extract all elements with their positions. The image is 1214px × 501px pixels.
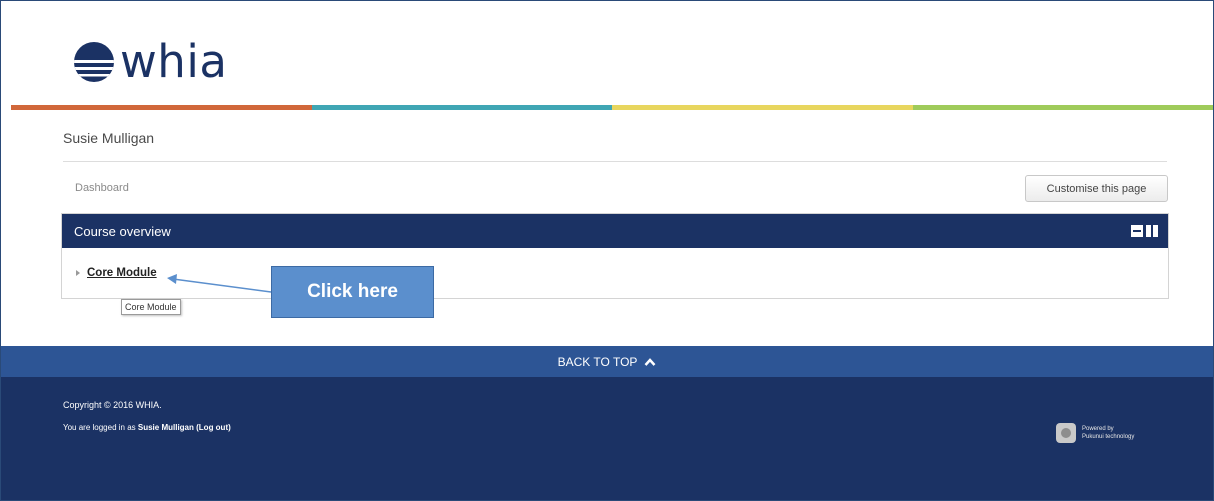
login-info: You are logged in as Susie Mulligan (Log…: [63, 423, 231, 432]
click-here-callout: Click here: [271, 266, 434, 318]
course-list-item: Core Module: [76, 267, 157, 279]
powered-by-badge[interactable]: Powered by Pukunui technology: [1056, 423, 1134, 443]
page-header-user-name: Susie Mulligan: [63, 130, 155, 146]
logo-text: whia: [120, 35, 228, 88]
powered-line-1: Powered by: [1082, 426, 1114, 432]
color-stripe: [11, 105, 1213, 110]
course-overview-header: Course overview: [62, 214, 1168, 248]
powered-by-text: Powered by Pukunui technology: [1082, 425, 1134, 441]
block-title: Course overview: [74, 223, 171, 239]
link-tooltip: Core Module: [121, 299, 181, 315]
logged-prefix: You are logged in as: [63, 423, 138, 432]
expand-arrow-icon[interactable]: [76, 270, 80, 276]
back-to-top-label: BACK TO TOP: [557, 354, 638, 369]
stripe-green: [912, 105, 1213, 110]
logout-link[interactable]: (Log out): [196, 423, 231, 432]
breadcrumb-dashboard[interactable]: Dashboard: [75, 182, 129, 194]
dock-block-icon[interactable]: [1146, 225, 1158, 237]
copyright-text: Copyright © 2016 WHIA.: [63, 400, 162, 410]
customise-page-button[interactable]: Customise this page: [1025, 175, 1168, 202]
stripe-teal: [311, 105, 612, 110]
whia-logo[interactable]: whia: [72, 37, 227, 87]
chevron-up-icon: [644, 357, 656, 366]
logged-user-link[interactable]: Susie Mulligan: [138, 423, 194, 432]
back-to-top-button[interactable]: BACK TO TOP: [1, 346, 1213, 377]
minimize-block-icon[interactable]: [1131, 225, 1143, 237]
course-overview-block: Course overview Core Module: [61, 213, 1169, 299]
powered-line-2: Pukunui technology: [1082, 434, 1135, 440]
block-controls: [1131, 225, 1158, 237]
stripe-orange: [11, 105, 312, 110]
footer: Copyright © 2016 WHIA. You are logged in…: [1, 377, 1213, 500]
core-module-link[interactable]: Core Module: [87, 267, 157, 279]
page-frame: whia Susie Mulligan Dashboard Customise …: [0, 0, 1214, 501]
globe-logo-icon: [74, 42, 114, 82]
stripe-yellow: [612, 105, 913, 110]
pukunui-logo-icon: [1056, 423, 1076, 443]
header-divider: [63, 161, 1167, 162]
